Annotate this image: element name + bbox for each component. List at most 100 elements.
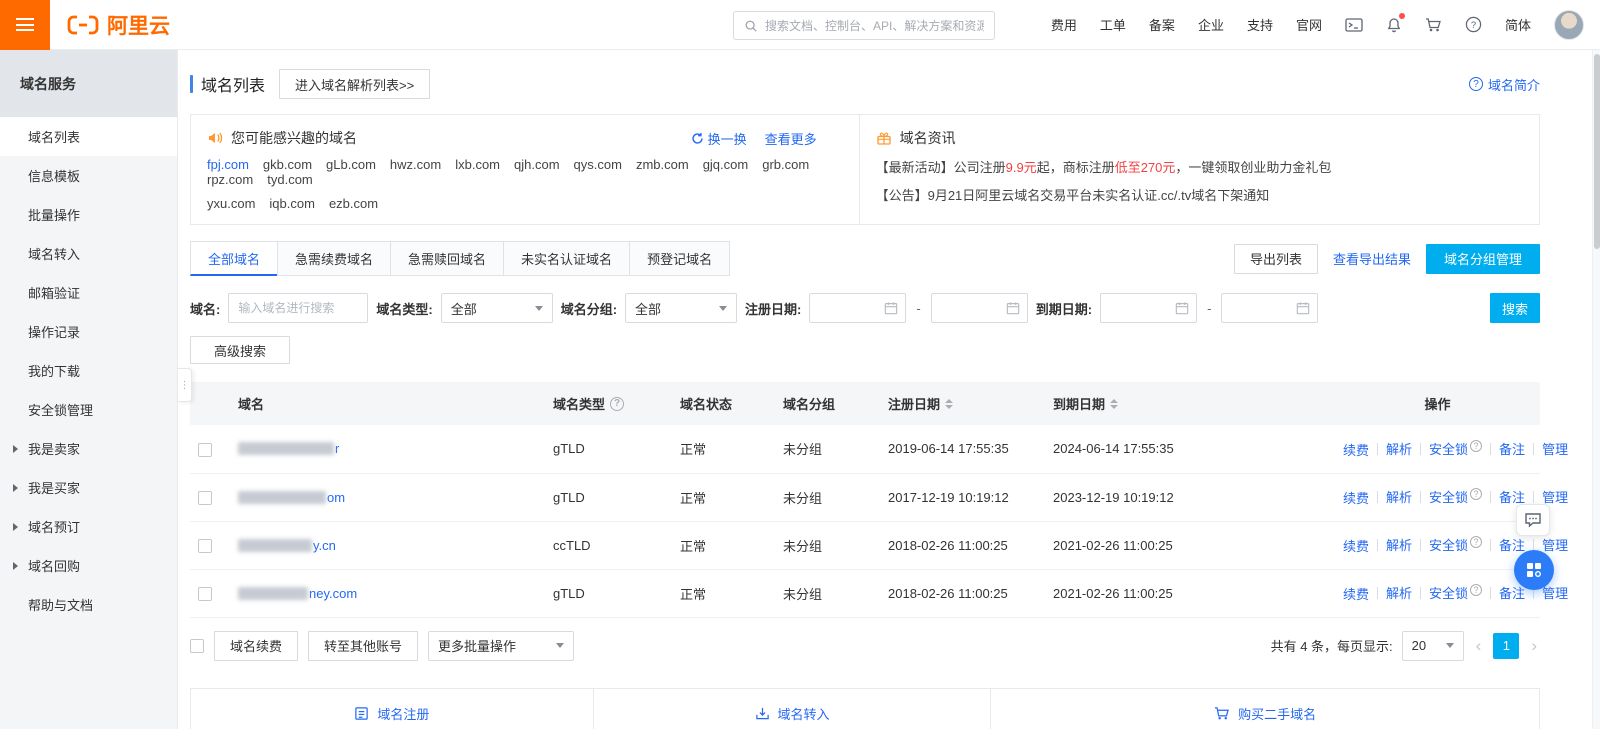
suggested-domain[interactable]: gLb.com: [326, 157, 376, 172]
page-scrollbar[interactable]: [1592, 50, 1600, 729]
domain-link[interactable]: ney.com: [238, 586, 537, 601]
renew-link[interactable]: 续费: [1343, 440, 1369, 459]
global-search-input[interactable]: [765, 18, 984, 33]
suggested-domain[interactable]: fpj.com: [207, 157, 249, 172]
advanced-search-button[interactable]: 高级搜索: [190, 336, 291, 364]
news-item-notice[interactable]: 【公告】9月21日阿里云域名交易平台未实名认证.cc/.tv域名下架通知: [876, 185, 1523, 204]
help-icon[interactable]: ?: [1465, 16, 1482, 33]
buy-used-domain-link[interactable]: 购买二手域名: [990, 688, 1539, 729]
security-lock-link[interactable]: 安全锁?: [1412, 583, 1483, 602]
sidebar-item-operation-log[interactable]: 操作记录: [0, 312, 177, 351]
sidebar-item-buyback[interactable]: 域名回购: [0, 546, 177, 585]
sort-icon[interactable]: [945, 398, 954, 409]
sidebar-item-email-verify[interactable]: 邮箱验证: [0, 273, 177, 312]
nav-support[interactable]: 支持: [1247, 15, 1273, 34]
remark-link[interactable]: 备注: [1482, 535, 1525, 554]
sidebar-item-help-docs[interactable]: 帮助与文档: [0, 585, 177, 624]
cart-icon[interactable]: [1425, 17, 1442, 33]
reg-date-start-input[interactable]: [809, 293, 907, 323]
next-page-button[interactable]: ›: [1528, 637, 1540, 654]
aliyun-logo[interactable]: 阿里云: [66, 10, 170, 40]
suggested-domain[interactable]: yxu.com: [207, 196, 255, 211]
sidebar-item-my-downloads[interactable]: 我的下载: [0, 351, 177, 390]
remark-link[interactable]: 备注: [1482, 583, 1525, 602]
nav-enterprise[interactable]: 企业: [1198, 15, 1224, 34]
hamburger-menu-button[interactable]: [0, 0, 50, 50]
reg-date-end-input[interactable]: [930, 293, 1028, 323]
suggested-domain[interactable]: iqb.com: [269, 196, 315, 211]
console-icon[interactable]: [1345, 17, 1363, 33]
security-lock-link[interactable]: 安全锁?: [1412, 535, 1483, 554]
suggested-domain[interactable]: gjq.com: [703, 157, 749, 172]
suggested-domain[interactable]: hwz.com: [390, 157, 441, 172]
group-select[interactable]: 全部: [625, 293, 738, 323]
security-lock-link[interactable]: 安全锁?: [1412, 439, 1483, 458]
page-size-select[interactable]: 20: [1401, 630, 1464, 661]
tab-unverified[interactable]: 未实名认证域名: [503, 241, 631, 276]
transfer-account-button[interactable]: 转至其他账号: [308, 630, 419, 661]
remark-link[interactable]: 备注: [1482, 487, 1525, 506]
feedback-chat-button[interactable]: [1516, 504, 1550, 536]
more-batch-ops-select[interactable]: 更多批量操作: [428, 630, 575, 661]
nav-tickets[interactable]: 工单: [1100, 15, 1126, 34]
suggested-domain[interactable]: gkb.com: [263, 157, 312, 172]
tab-renew-soon[interactable]: 急需续费域名: [277, 241, 392, 276]
nav-icp[interactable]: 备案: [1149, 15, 1175, 34]
type-select[interactable]: 全部: [440, 293, 553, 323]
domain-link[interactable]: y.cn: [238, 538, 537, 553]
suggested-domain[interactable]: ezb.com: [329, 196, 378, 211]
nav-billing[interactable]: 费用: [1051, 15, 1077, 34]
domain-transfer-in-link[interactable]: 域名转入: [592, 688, 991, 729]
bell-icon[interactable]: [1386, 12, 1405, 33]
row-checkbox[interactable]: [198, 442, 212, 457]
export-list-button[interactable]: 导出列表: [1233, 243, 1318, 274]
remark-link[interactable]: 备注: [1482, 439, 1525, 458]
domain-link[interactable]: r: [238, 441, 537, 456]
prev-page-button[interactable]: ‹: [1473, 637, 1485, 654]
tab-redeem-soon[interactable]: 急需赎回域名: [390, 241, 505, 276]
suggested-domain[interactable]: qjh.com: [514, 157, 560, 172]
domain-link[interactable]: om: [238, 490, 537, 505]
suggested-domain[interactable]: lxb.com: [455, 157, 500, 172]
suggested-domain[interactable]: tyd.com: [267, 172, 313, 187]
view-more-link[interactable]: 查看更多: [765, 129, 817, 148]
exp-date-start-input[interactable]: [1100, 293, 1198, 323]
suggested-domain[interactable]: zmb.com: [636, 157, 689, 172]
resolve-link[interactable]: 解析: [1369, 583, 1412, 602]
sidebar-item-batch-ops[interactable]: 批量操作: [0, 195, 177, 234]
sidebar-collapse-handle[interactable]: ⋮: [178, 368, 192, 402]
domain-register-link[interactable]: 域名注册: [191, 689, 593, 729]
search-button[interactable]: 搜索: [1490, 293, 1540, 323]
domain-intro-link[interactable]: ? 域名简介: [1468, 75, 1540, 94]
row-checkbox[interactable]: [198, 538, 212, 553]
exp-date-end-input[interactable]: [1221, 293, 1319, 323]
row-checkbox[interactable]: [198, 490, 212, 505]
sort-icon[interactable]: [1110, 398, 1119, 409]
batch-renew-button[interactable]: 域名续费: [214, 630, 299, 661]
group-manage-button[interactable]: 域名分组管理: [1425, 243, 1540, 274]
nav-website[interactable]: 官网: [1296, 15, 1322, 34]
language-switch[interactable]: 简体: [1505, 15, 1531, 34]
news-item-activity[interactable]: 【最新活动】公司注册9.9元起，商标注册低至270元，一键领取创业助力金礼包: [876, 157, 1523, 176]
renew-link[interactable]: 续费: [1343, 488, 1369, 507]
shuffle-domains-link[interactable]: 换一换: [691, 129, 747, 148]
sidebar-item-security-lock[interactable]: 安全锁管理: [0, 390, 177, 429]
sidebar-item-transfer-in[interactable]: 域名转入: [0, 234, 177, 273]
question-circle-icon[interactable]: ?: [610, 396, 625, 411]
renew-link[interactable]: 续费: [1343, 536, 1369, 555]
renew-link[interactable]: 续费: [1343, 584, 1369, 603]
suggested-domain[interactable]: qys.com: [574, 157, 622, 172]
sidebar-item-info-template[interactable]: 信息模板: [0, 156, 177, 195]
security-lock-link[interactable]: 安全锁?: [1412, 487, 1483, 506]
scrollbar-thumb[interactable]: [1594, 54, 1600, 249]
row-checkbox[interactable]: [198, 586, 212, 601]
sidebar-item-buyer[interactable]: 我是买家: [0, 468, 177, 507]
resolve-link[interactable]: 解析: [1369, 535, 1412, 554]
sidebar-item-domain-list[interactable]: 域名列表: [0, 117, 177, 156]
view-export-result-link[interactable]: 查看导出结果: [1333, 249, 1411, 268]
suggested-domain[interactable]: grb.com: [762, 157, 809, 172]
global-search[interactable]: [733, 11, 995, 40]
avatar[interactable]: [1554, 9, 1584, 40]
suggested-domain[interactable]: rpz.com: [207, 172, 253, 187]
sidebar-item-seller[interactable]: 我是卖家: [0, 429, 177, 468]
